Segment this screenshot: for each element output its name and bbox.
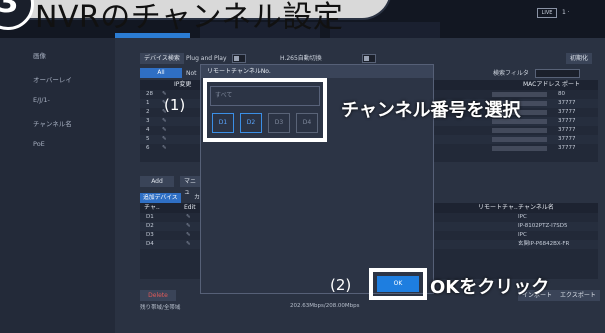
device-search-button[interactable]: デバイス検索 xyxy=(140,53,184,64)
edit-icon[interactable]: ✎ xyxy=(186,231,191,240)
row-channel: D3 xyxy=(146,232,154,238)
row-port: 37777 xyxy=(558,127,576,133)
manual-add-button[interactable]: マニュ xyxy=(180,176,202,196)
row-number: 3 xyxy=(146,118,150,124)
callout-step2-text: OKをクリック xyxy=(430,277,550,298)
channel-select-highlight xyxy=(203,78,327,142)
plug-and-play-label: Plug and Play xyxy=(186,55,227,62)
channel-name-header: チャンネル名 xyxy=(518,204,554,211)
callout-step2-number: (2) xyxy=(330,276,352,294)
sidebar-item-encode[interactable]: E/J/1- xyxy=(33,96,50,104)
notice-label: Not xyxy=(186,70,197,77)
blurred-mac xyxy=(492,146,547,151)
row-channel: D4 xyxy=(146,241,154,247)
top-tab-3[interactable] xyxy=(330,22,440,38)
add-button[interactable]: Add xyxy=(140,176,174,187)
edit-icon[interactable]: ✎ xyxy=(186,240,191,249)
tab-all[interactable]: All xyxy=(140,68,182,78)
search-filter-input[interactable] xyxy=(535,69,580,78)
delete-button[interactable]: Delete xyxy=(140,290,176,301)
row-number: 2 xyxy=(146,109,150,115)
row-port: 37777 xyxy=(558,109,576,115)
title-banner: NVRのチャンネル設定 xyxy=(0,0,390,35)
row-channel: D1 xyxy=(146,214,154,220)
edit-icon[interactable]: ✎ xyxy=(162,144,167,153)
edit-icon[interactable]: ✎ xyxy=(186,213,191,222)
plug-and-play-toggle[interactable] xyxy=(232,54,246,63)
banner-title: NVRのチャンネル設定 xyxy=(35,0,344,35)
row-port: 37777 xyxy=(558,145,576,151)
blurred-mac xyxy=(492,128,547,133)
edit-icon[interactable]: ✎ xyxy=(162,117,167,126)
row-number: 6 xyxy=(146,145,150,151)
mac-header: MACアドレス xyxy=(523,81,561,88)
bandwidth-value: 202.63Mbps/208.00Mbps xyxy=(290,303,360,309)
search-filter-label: 検索フィルタ xyxy=(493,70,529,77)
row-channel-name: IPC xyxy=(518,232,527,238)
row-port: 37777 xyxy=(558,100,576,106)
tab-added-devices[interactable]: 追加デバイス xyxy=(140,193,181,203)
row-port: 37777 xyxy=(558,136,576,142)
row-number: 1 xyxy=(146,100,150,106)
sidebar-item-image[interactable]: 画像 xyxy=(33,50,46,60)
sidebar: 画像 オーバーレイ E/J/1- チャンネル名 PoE xyxy=(0,38,115,333)
ok-highlight xyxy=(369,268,427,300)
row-number: 5 xyxy=(146,136,150,142)
remaining-bandwidth-label: 残り帯域/全帯域 xyxy=(140,305,181,311)
edit-header: Edit xyxy=(184,204,196,211)
row-number: 4 xyxy=(146,127,150,133)
export-button[interactable]: エクスポート xyxy=(556,290,600,301)
remote-channel-header: リモートチャ.. xyxy=(478,204,518,211)
row-port: 37777 xyxy=(558,118,576,124)
h265-auto-toggle[interactable] xyxy=(362,54,376,63)
row-port: 80 xyxy=(558,91,565,97)
dialog-title: リモートチャンネルNo. xyxy=(201,65,433,78)
sidebar-item-channel-name[interactable]: チャンネル名 xyxy=(33,118,72,128)
row-channel-name: IP-8102PTZ-I7SD5 xyxy=(518,223,568,229)
sidebar-item-poe[interactable]: PoE xyxy=(33,140,45,148)
nvr-screen: LIVE 1 · 画像 オーバーレイ E/J/1- チャンネル名 PoE デバイ… xyxy=(0,0,605,333)
row-channel: D2 xyxy=(146,223,154,229)
edit-icon[interactable]: ✎ xyxy=(162,135,167,144)
row-number: 28 xyxy=(146,91,153,97)
edit-icon[interactable]: ✎ xyxy=(186,222,191,231)
port-header: ポート xyxy=(562,81,581,88)
blurred-mac xyxy=(492,137,547,142)
user-menu[interactable]: 1 · xyxy=(562,8,592,18)
callout-step1-number: (1) xyxy=(164,96,186,114)
h265-auto-label: H.265自動切換 xyxy=(280,55,322,62)
row-channel-name: IPC xyxy=(518,214,527,220)
edit-icon[interactable]: ✎ xyxy=(162,126,167,135)
ip-change-header: IP変更 xyxy=(174,81,192,88)
live-button[interactable]: LIVE xyxy=(537,8,557,18)
initialize-button[interactable]: 初期化 xyxy=(566,53,593,64)
channel-header: チャ.. xyxy=(144,204,160,211)
callout-step1-text: チャンネル番号を選択 xyxy=(341,100,521,121)
sidebar-item-overlay[interactable]: オーバーレイ xyxy=(33,74,72,84)
row-channel-name: 玄関IP-P6842BX-FR xyxy=(518,241,570,247)
